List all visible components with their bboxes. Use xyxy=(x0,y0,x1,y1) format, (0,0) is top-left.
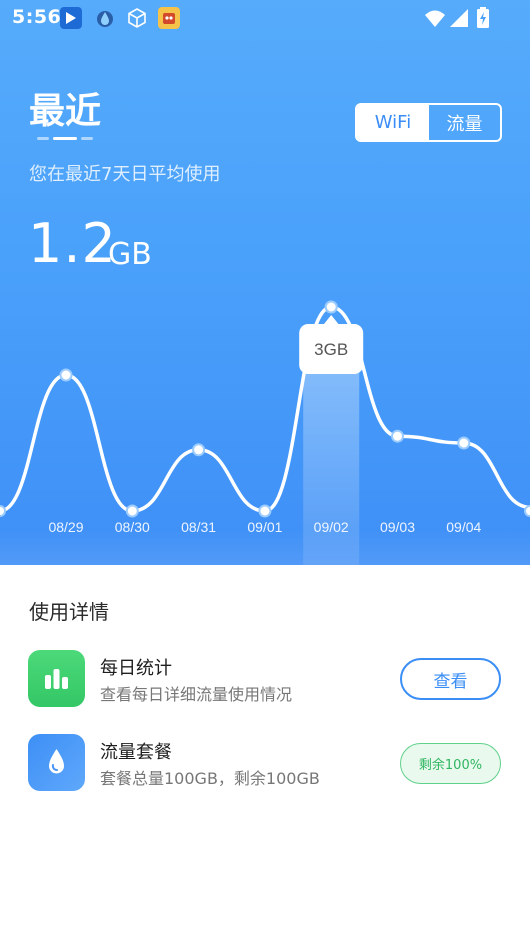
details-heading: 使用详情 xyxy=(29,600,109,624)
cube-icon xyxy=(126,7,148,29)
battery-icon xyxy=(476,7,490,29)
daily-stats-desc: 查看每日详细流量使用情况 xyxy=(100,685,293,704)
data-plan-title: 流量套餐 xyxy=(100,742,172,763)
app-icon xyxy=(60,7,82,29)
view-button[interactable]: 查看 xyxy=(400,658,501,700)
tick-label-09/03: 09/03 xyxy=(380,519,415,535)
tab-mobile-data[interactable]: 流量 xyxy=(429,105,500,140)
tick-label-08/30: 08/30 xyxy=(115,519,150,535)
remaining-badge: 剩余100% xyxy=(400,743,501,784)
water-drop-icon xyxy=(94,7,116,29)
title-underline xyxy=(37,137,97,141)
tab-wifi[interactable]: WiFi xyxy=(357,105,429,140)
wifi-icon xyxy=(424,7,446,29)
average-usage-caption: 您在最近7天日平均使用 xyxy=(29,164,221,185)
bar-chart-icon xyxy=(28,650,85,707)
tick-label-09/04: 09/04 xyxy=(446,519,481,535)
daily-stats-title: 每日统计 xyxy=(100,658,172,679)
tooltip-pointer xyxy=(323,315,340,325)
tick-label-08/31: 08/31 xyxy=(181,519,216,535)
water-drop-icon xyxy=(28,734,85,791)
signal-icon xyxy=(448,7,470,29)
page-title: 最近 xyxy=(29,90,102,132)
data-point-08/30 xyxy=(125,504,139,518)
average-usage-unit: GB xyxy=(108,237,152,272)
status-time: 5:56 xyxy=(12,6,62,28)
data-point-08/31 xyxy=(192,443,206,457)
tick-label-09/02: 09/02 xyxy=(314,519,349,535)
chart-bottom-fade xyxy=(0,530,530,565)
edge-point xyxy=(524,505,530,517)
data-point-08/29 xyxy=(59,368,73,382)
data-point-09/01 xyxy=(258,504,272,518)
highlight-point xyxy=(324,300,338,314)
usage-line-chart: 08/29 08/30 08/31 09/01 09/02 09/03 09/04 3GB xyxy=(0,300,530,565)
data-point-09/03 xyxy=(391,429,404,443)
data-point-09/04 xyxy=(457,436,471,450)
network-type-toggle: WiFi 流量 xyxy=(355,103,502,142)
average-usage-value: 1.2 xyxy=(28,212,117,275)
edge-point xyxy=(0,505,6,517)
tooltip-value: 3GB xyxy=(314,340,348,359)
tick-label-08/29: 08/29 xyxy=(48,519,83,535)
tick-label-09/01: 09/01 xyxy=(247,519,282,535)
data-plan-desc: 套餐总量100GB，剩余100GB xyxy=(100,769,320,788)
usage-header: 5:56 最近 您在最近7天日平均使用 1.2 GB WiFi 流量 08/29 xyxy=(0,0,530,565)
daily-stats-row: 每日统计 查看每日详细流量使用情况 查看 xyxy=(0,650,530,710)
status-bar: 5:56 xyxy=(0,0,530,36)
data-plan-row: 流量套餐 套餐总量100GB，剩余100GB 剩余100% xyxy=(0,734,530,794)
game-icon xyxy=(158,7,180,29)
usage-line xyxy=(0,305,530,513)
